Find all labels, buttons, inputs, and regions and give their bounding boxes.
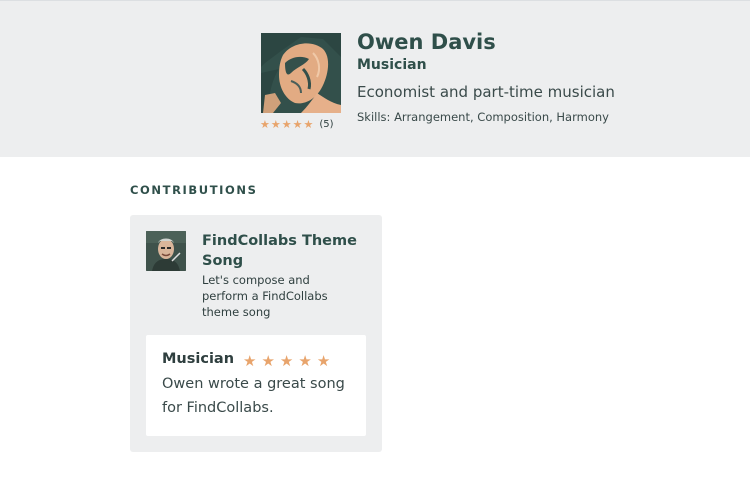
star-icon: ★ — [298, 352, 312, 370]
rating-count: (5) — [319, 119, 334, 130]
star-icon: ★ — [281, 118, 292, 131]
review-role: Musician — [162, 351, 235, 367]
star-icon: ★ — [270, 118, 281, 131]
star-icon: ★ — [261, 352, 275, 370]
project-title[interactable]: FindCollabs Theme Song — [202, 231, 374, 271]
profile-photo-icon — [261, 33, 341, 113]
star-icon: ★ — [279, 352, 294, 370]
profile-role: Musician — [357, 57, 427, 73]
review-text: Owen wrote a great song for FindCollabs. — [162, 376, 345, 416]
profile-header: ★ ★ ★ ★ ★ (5) Owen Davis Musician Econom… — [0, 0, 750, 157]
profile-avatar[interactable] — [261, 33, 341, 113]
star-icon: ★ — [303, 118, 314, 131]
profile-rating: ★ ★ ★ ★ ★ (5) — [260, 118, 334, 132]
project-thumbnail[interactable] — [146, 231, 186, 271]
profile-tagline: Economist and part-time musician — [357, 83, 615, 101]
star-icon: ★ — [292, 118, 303, 131]
contributions-heading: CONTRIBUTIONS — [130, 183, 258, 197]
project-description: Let's compose and perform a FindCollabs … — [202, 273, 328, 319]
star-icon: ★ — [243, 352, 257, 370]
profile-skills: Skills: Arrangement, Composition, Harmon… — [357, 110, 609, 124]
project-photo-icon — [146, 231, 186, 271]
star-icon: ★ — [260, 118, 270, 131]
review-rating: ★ ★ ★ ★ ★ — [243, 352, 335, 370]
contribution-card[interactable]: FindCollabs Theme Song Let's compose and… — [130, 215, 382, 452]
profile-name: Owen Davis — [357, 30, 496, 54]
review-card: Musician ★ ★ ★ ★ ★ Owen wrote a great so… — [146, 335, 366, 436]
star-icon: ★ — [316, 352, 331, 370]
